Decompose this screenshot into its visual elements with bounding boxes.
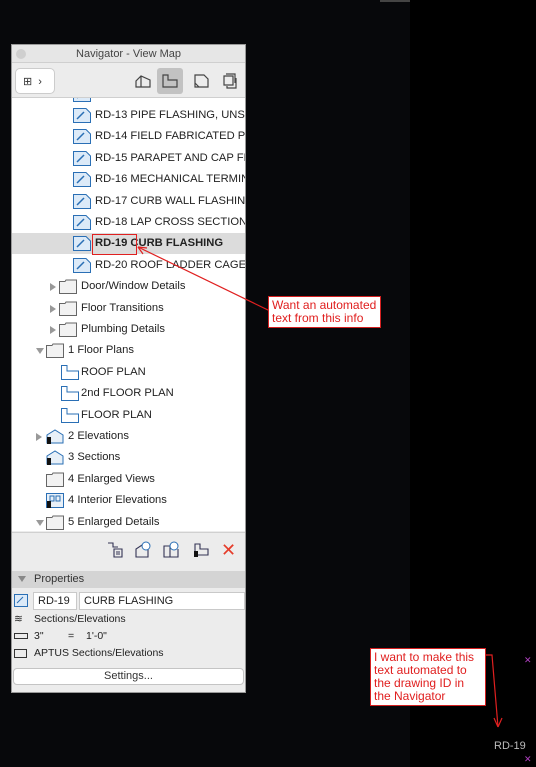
annotation-callout-2: I want to make this text automated to th… [370, 648, 486, 706]
marker-x-icon: ✕ [524, 655, 532, 665]
annotation-callout-1: Want an automated text from this info [268, 296, 381, 328]
annotation-arrow-1 [137, 246, 271, 312]
marker-x-icon: ✕ [524, 754, 532, 764]
annotation-arrow-2 [485, 654, 503, 728]
drawing-id-label[interactable]: RD-19 [494, 740, 526, 752]
